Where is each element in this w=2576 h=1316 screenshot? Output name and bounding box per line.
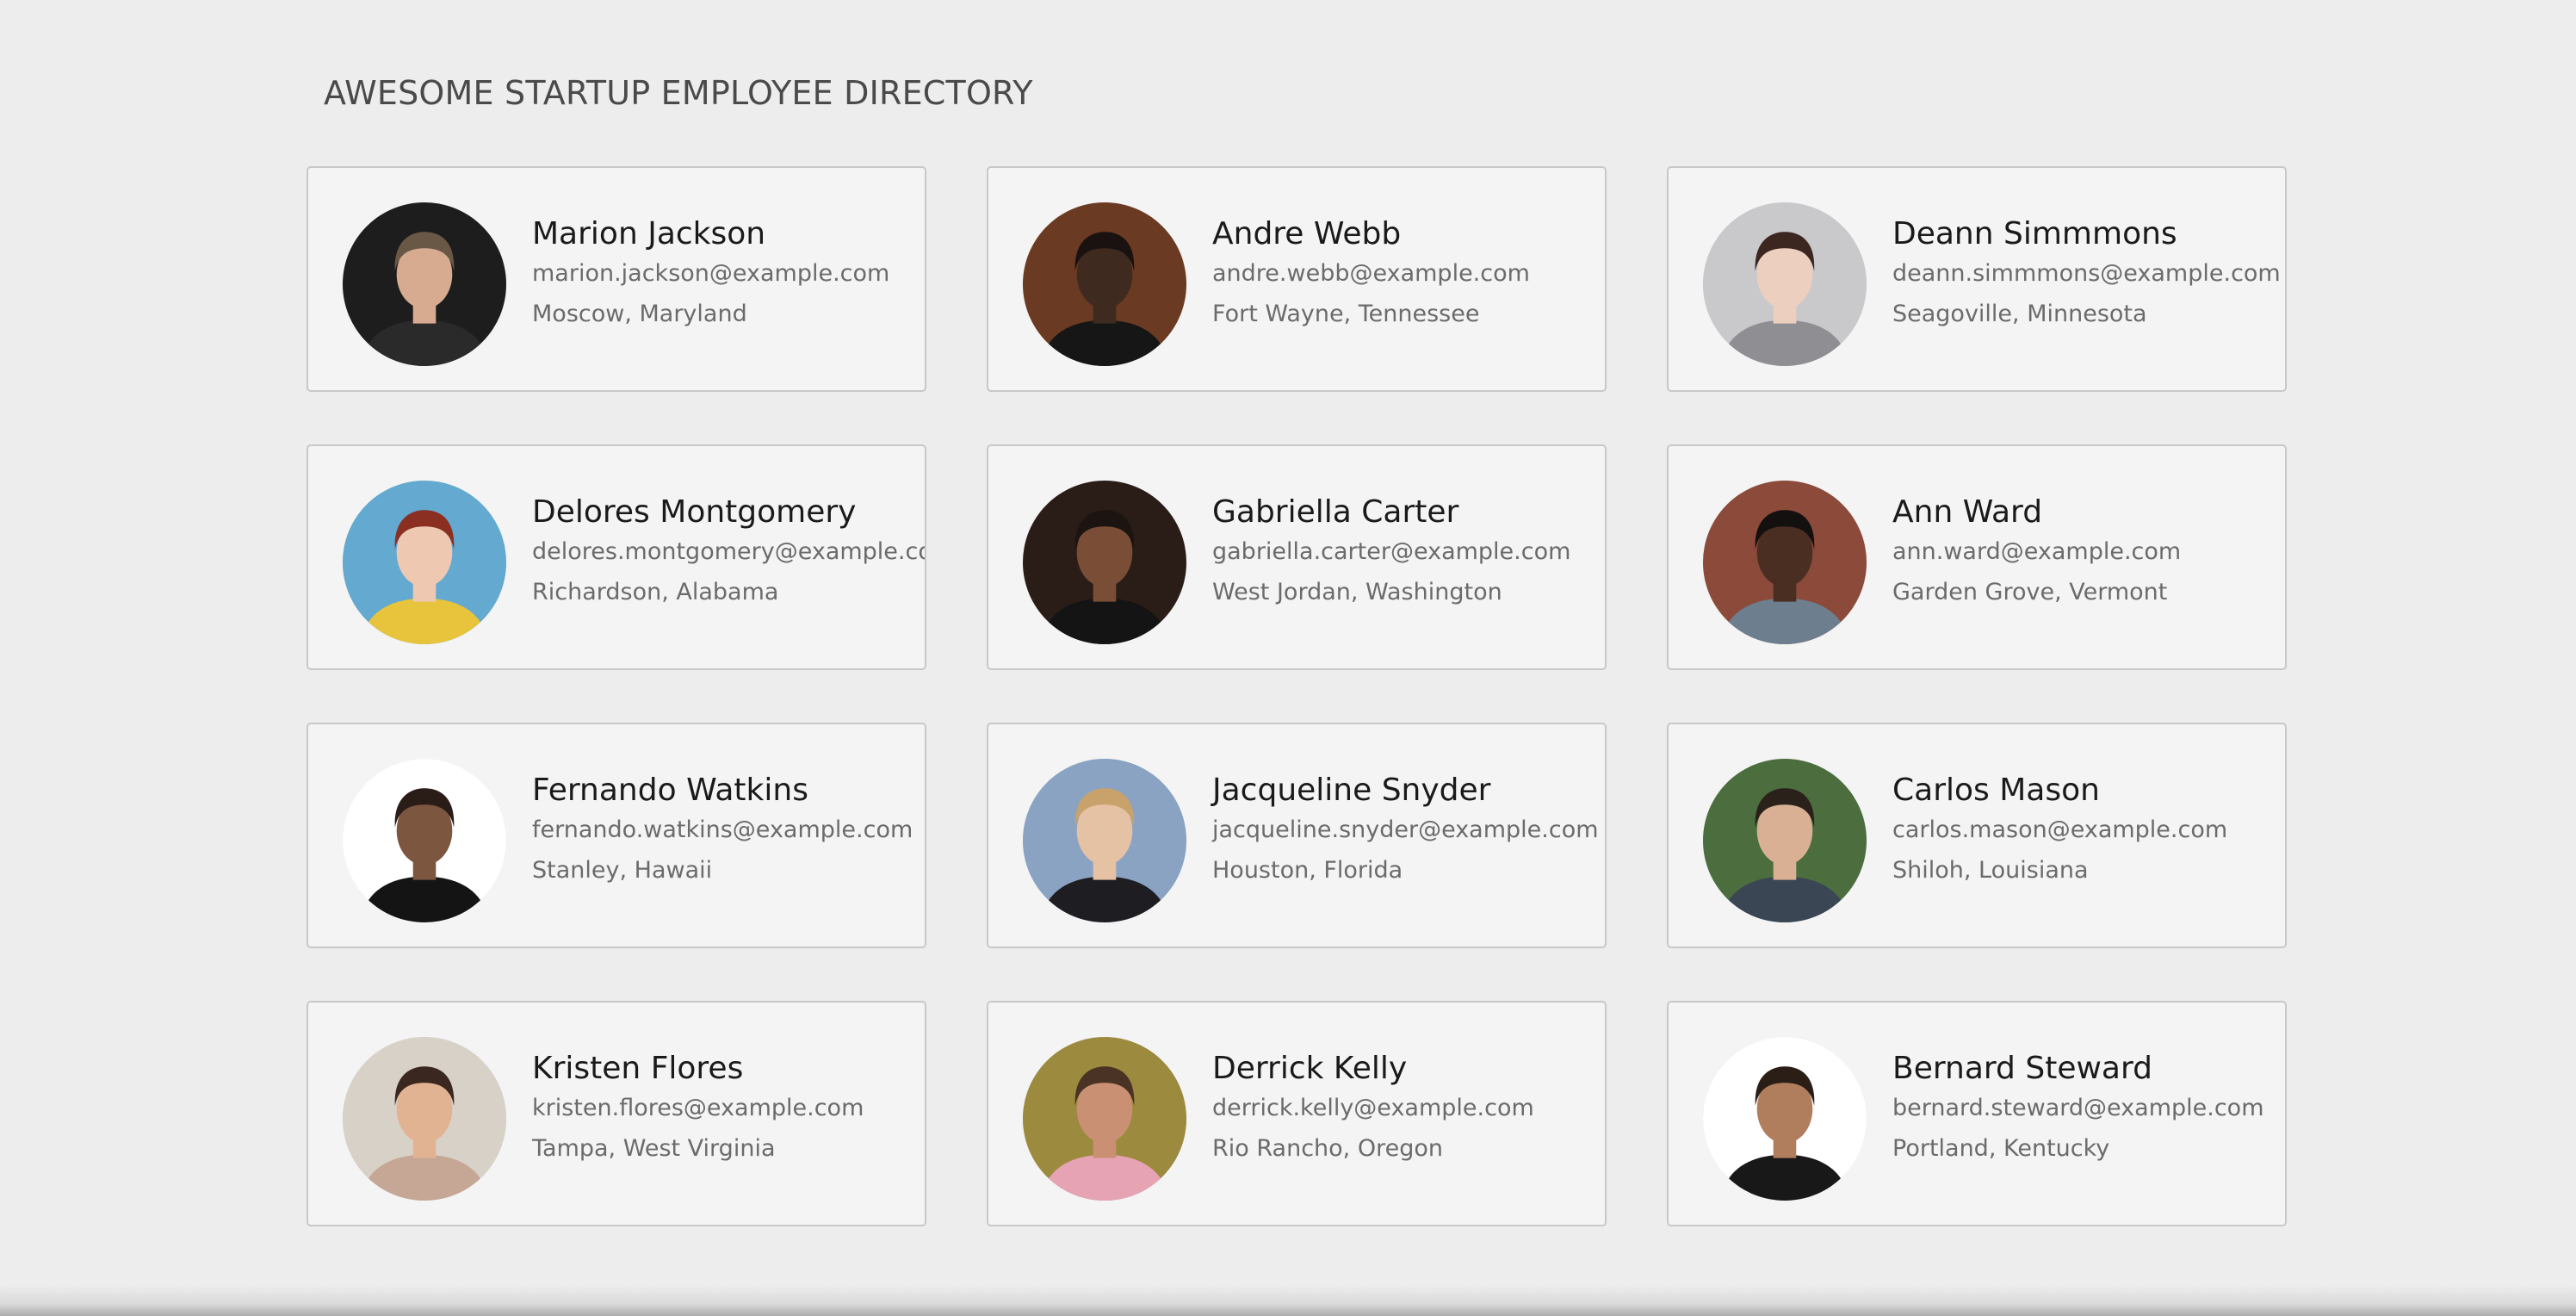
employee-email: derrick.kelly@example.com (1212, 1095, 1534, 1121)
employee-name: Marion Jackson (532, 216, 766, 251)
employee-avatar (1023, 202, 1186, 366)
employee-email: gabriella.carter@example.com (1212, 538, 1571, 565)
employee-location: Richardson, Alabama (532, 579, 779, 605)
employee-name: Bernard Steward (1892, 1051, 2152, 1086)
employee-info: Bernard Steward bernard.steward@example.c… (1892, 1051, 2264, 1164)
employee-email: andre.webb@example.com (1212, 260, 1530, 287)
employee-avatar (343, 759, 506, 922)
employee-name: Jacqueline Snyder (1212, 773, 1491, 808)
employee-location: Portland, Kentucky (1892, 1135, 2110, 1162)
employee-email: deann.simmmons@example.com (1892, 260, 2281, 287)
page-title: AWESOME STARTUP EMPLOYEE DIRECTORY (324, 74, 1033, 112)
employee-location: Moscow, Maryland (532, 301, 747, 327)
employee-name: Fernando Watkins (532, 773, 808, 808)
employee-avatar (1703, 759, 1867, 922)
employee-card[interactable]: Derrick Kelly derrick.kelly@example.com Ri… (987, 1001, 1607, 1226)
employee-location: Tampa, West Virginia (532, 1135, 776, 1162)
employee-card[interactable]: Marion Jackson marion.jackson@example.com… (307, 166, 926, 392)
employee-email: delores.montgomery@example.com (532, 538, 926, 565)
employee-card[interactable]: Bernard Steward bernard.steward@example.c… (1667, 1001, 2287, 1226)
employee-avatar (343, 481, 506, 644)
employee-info: Jacqueline Snyder jacqueline.snyder@examp… (1212, 773, 1599, 885)
employee-location: Shiloh, Louisiana (1892, 857, 2089, 884)
employee-email: fernando.watkins@example.com (532, 816, 913, 843)
employee-email: marion.jackson@example.com (532, 260, 890, 287)
employee-name: Deann Simmmons (1892, 216, 2177, 251)
employee-email: bernard.steward@example.com (1892, 1095, 2264, 1121)
employee-name: Gabriella Carter (1212, 494, 1459, 530)
employee-avatar (343, 1037, 506, 1201)
employee-email: jacqueline.snyder@example.com (1212, 816, 1599, 843)
employee-location: Seagoville, Minnesota (1892, 301, 2147, 327)
employee-email: carlos.mason@example.com (1892, 816, 2228, 843)
employee-avatar (1023, 759, 1186, 922)
employee-grid: Marion Jackson marion.jackson@example.com… (307, 166, 2287, 1226)
employee-card[interactable]: Fernando Watkins fernando.watkins@example… (307, 723, 926, 948)
employee-card[interactable]: Deann Simmmons deann.simmmons@example.com… (1667, 166, 2287, 392)
employee-info: Gabriella Carter gabriella.carter@example… (1212, 494, 1570, 607)
employee-location: Rio Rancho, Oregon (1212, 1135, 1443, 1162)
employee-info: Delores Montgomery delores.montgomery@exa… (532, 494, 926, 607)
employee-card[interactable]: Gabriella Carter gabriella.carter@example… (987, 444, 1607, 670)
employee-avatar (1023, 481, 1186, 644)
employee-name: Kristen Flores (532, 1051, 744, 1086)
employee-location: Fort Wayne, Tennessee (1212, 301, 1480, 327)
employee-info: Deann Simmmons deann.simmmons@example.com… (1892, 216, 2281, 329)
employee-email: ann.ward@example.com (1892, 538, 2182, 565)
employee-info: Marion Jackson marion.jackson@example.com… (532, 216, 889, 329)
employee-name: Ann Ward (1892, 494, 2043, 530)
employee-location: West Jordan, Washington (1212, 579, 1502, 605)
employee-info: Fernando Watkins fernando.watkins@example… (532, 773, 913, 885)
employee-info: Carlos Mason carlos.mason@example.com Shil… (1892, 773, 2227, 885)
employee-name: Derrick Kelly (1212, 1051, 1408, 1086)
employee-info: Andre Webb andre.webb@example.com Fort Way… (1212, 216, 1530, 329)
employee-avatar (343, 202, 506, 366)
employee-name: Delores Montgomery (532, 494, 857, 530)
employee-location: Houston, Florida (1212, 857, 1403, 884)
employee-avatar (1023, 1037, 1186, 1201)
employee-name: Andre Webb (1212, 216, 1402, 251)
employee-avatar (1703, 481, 1867, 644)
employee-card[interactable]: Jacqueline Snyder jacqueline.snyder@examp… (987, 723, 1607, 948)
employee-card[interactable]: Ann Ward ann.ward@example.com Garden Grove… (1667, 444, 2287, 670)
employee-card[interactable]: Andre Webb andre.webb@example.com Fort Way… (987, 166, 1607, 392)
employee-email: kristen.flores@example.com (532, 1095, 864, 1121)
employee-card[interactable]: Carlos Mason carlos.mason@example.com Shil… (1667, 723, 2287, 948)
employee-location: Garden Grove, Vermont (1892, 579, 2168, 605)
bottom-shadow (0, 1285, 2576, 1316)
employee-info: Kristen Flores kristen.flores@example.com… (532, 1051, 864, 1164)
employee-info: Ann Ward ann.ward@example.com Garden Grove… (1892, 494, 2181, 607)
employee-avatar (1703, 202, 1867, 366)
employee-avatar (1703, 1037, 1867, 1201)
employee-name: Carlos Mason (1892, 773, 2100, 808)
employee-location: Stanley, Hawaii (532, 857, 713, 884)
employee-card[interactable]: Kristen Flores kristen.flores@example.com… (307, 1001, 926, 1226)
employee-card[interactable]: Delores Montgomery delores.montgomery@exa… (307, 444, 926, 670)
employee-info: Derrick Kelly derrick.kelly@example.com Ri… (1212, 1051, 1534, 1164)
